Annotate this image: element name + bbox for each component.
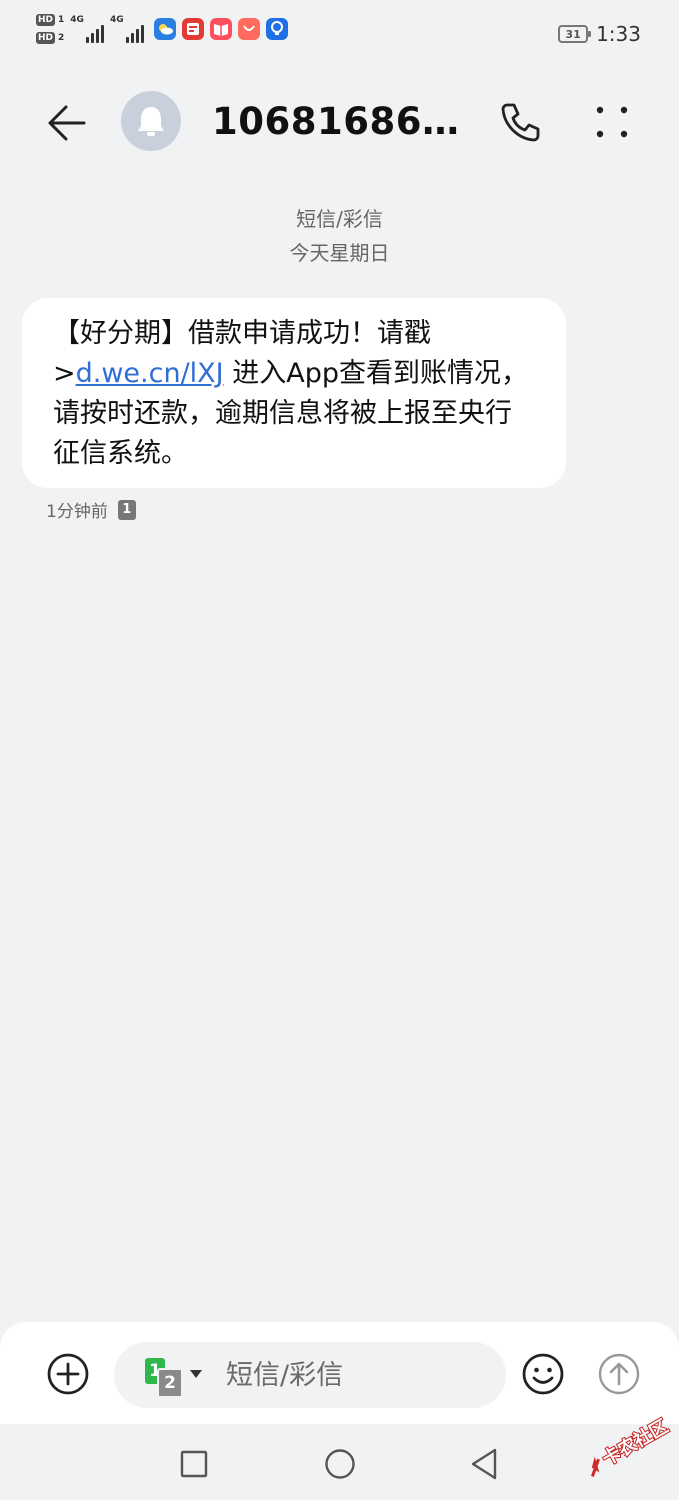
conversation-header: 1068168600… (0, 80, 679, 164)
add-attachment-button[interactable] (46, 1352, 90, 1396)
send-arrow-icon (598, 1353, 640, 1395)
signal-strength-2: 4G (110, 15, 144, 43)
message-input[interactable] (226, 1342, 486, 1408)
emoji-button[interactable] (521, 1352, 565, 1396)
contact-number[interactable]: 1068168600… (212, 100, 482, 143)
notification-icons (153, 18, 288, 40)
call-button[interactable] (497, 98, 545, 146)
shopping-app-icon (237, 18, 260, 40)
message-input-container: 1 2 (114, 1342, 506, 1408)
status-bar: HD 1 HD 2 4G 4G 31 1:33 (0, 0, 679, 66)
arrow-left-icon (48, 105, 86, 141)
sim1-indicator: HD 1 (36, 14, 64, 26)
signal-strength-1: 4G (70, 15, 104, 43)
system-back-button[interactable] (468, 1446, 500, 1482)
signal-bar (85, 37, 89, 43)
signal-bar (140, 25, 144, 43)
phone-icon (501, 103, 540, 142)
conversation-meta: 短信/彩信 今天星期日 (0, 202, 679, 270)
message-bubble[interactable]: 【好分期】借款申请成功！请戳>d.we.cn/lXJ 进入App查看到账情况，请… (22, 298, 566, 488)
more-dots-icon (596, 106, 628, 138)
recent-apps-button[interactable] (180, 1450, 208, 1478)
signal-bar (90, 33, 94, 43)
bulb-app-icon (265, 18, 288, 40)
sim-selector[interactable]: 1 2 (145, 1358, 205, 1398)
signal-bar (130, 33, 134, 43)
more-options-button[interactable] (588, 98, 636, 146)
sim2-icon: 2 (157, 1368, 183, 1398)
back-button[interactable] (42, 98, 92, 148)
status-left: HD 1 HD 2 4G 4G (36, 14, 288, 44)
sim-badge: 1 (117, 499, 136, 520)
hd-badge: HD (36, 14, 56, 26)
network-type: 4G (70, 15, 84, 25)
sim2-indicator: HD 2 (36, 32, 64, 44)
home-button[interactable] (324, 1448, 356, 1480)
message-text: 【好分期】借款申请成功！请戳>d.we.cn/lXJ 进入App查看到账情况，请… (53, 314, 538, 474)
sim-number: 1 (58, 15, 65, 25)
triangle-back-icon (471, 1448, 497, 1480)
sim-indicators: HD 1 HD 2 (36, 14, 64, 44)
svg-text:卡农社区: 卡农社区 (598, 1415, 671, 1470)
signal-bar (125, 37, 129, 43)
battery-level: 31 (565, 27, 581, 41)
circle-icon (325, 1449, 355, 1479)
hd-badge: HD (36, 32, 56, 44)
news-app-icon (181, 18, 204, 40)
message-type-label: 短信/彩信 (296, 207, 383, 231)
clock: 1:33 (596, 22, 641, 46)
signal-bar (135, 29, 139, 43)
bell-icon (138, 107, 164, 136)
message-composer: 1 2 (0, 1322, 679, 1424)
status-right: 31 1:33 (558, 22, 641, 46)
network-type: 4G (109, 15, 124, 25)
plus-circle-icon (47, 1353, 89, 1395)
smiley-icon (522, 1353, 564, 1395)
signal-bar (100, 25, 104, 43)
book-app-icon (209, 18, 232, 40)
weather-app-icon (153, 18, 176, 40)
send-button[interactable] (597, 1352, 641, 1396)
square-icon (180, 1450, 208, 1478)
message-timestamp: 1分钟前 1 (46, 497, 136, 522)
chevron-down-icon (190, 1370, 202, 1378)
watermark-logo: 卡农社区 (575, 1410, 675, 1480)
date-label: 今天星期日 (289, 241, 390, 265)
message-link[interactable]: d.we.cn/lXJ (76, 358, 224, 389)
signal-bar (95, 29, 99, 43)
battery-icon: 31 (558, 25, 592, 43)
messaging-screen: HD 1 HD 2 4G 4G 31 1:33 1068168600… 短信/彩… (0, 0, 679, 1500)
avatar[interactable] (121, 91, 181, 151)
sim-number: 2 (58, 33, 65, 43)
message-time-label: 1分钟前 (46, 502, 108, 522)
watermark-icon: 卡农社区 (590, 1414, 673, 1478)
